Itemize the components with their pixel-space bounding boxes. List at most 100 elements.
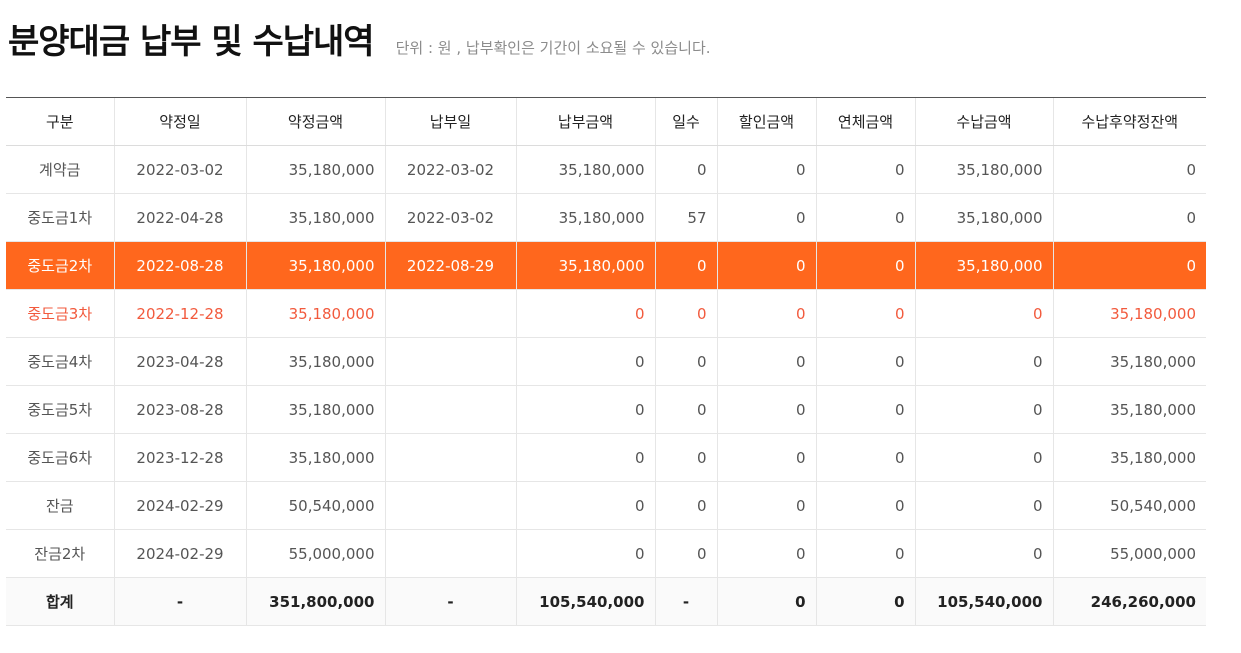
cell-category: 계약금 [6, 145, 114, 194]
cell-agreed-amount: 35,180,000 [245, 145, 385, 194]
cell-due-date: 2024-02-29 [113, 529, 246, 578]
page-subtitle: 단위 : 원 , 납부확인은 기간이 소요될 수 있습니다. [395, 39, 711, 57]
cell-remaining: 0 [1052, 193, 1206, 242]
column-header-late-fee: 연체금액 [815, 97, 915, 146]
cell-late-fee: 0 [815, 481, 915, 530]
cell-payment-amount: 35,180,000 [515, 193, 655, 242]
cell-category: 중도금4차 [6, 337, 114, 386]
cell-payment-amount: 35,180,000 [515, 145, 655, 194]
cell-late-fee: 0 [815, 337, 915, 386]
cell-late-fee: 0 [815, 193, 915, 242]
table-row: 잔금2차 2024-02-29 55,000,000 0 0 0 0 0 55,… [6, 529, 1206, 578]
cell-discount: 0 [716, 241, 816, 290]
total-payment-date: - [384, 577, 516, 626]
cell-category: 잔금 [6, 481, 114, 530]
cell-category: 중도금2차 [6, 241, 114, 290]
table-total-row: 합계 - 351,800,000 - 105,540,000 - 0 0 105… [6, 577, 1206, 626]
cell-received: 35,180,000 [914, 241, 1053, 290]
cell-received: 0 [914, 337, 1053, 386]
cell-payment-date [384, 289, 516, 338]
table-row: 중도금4차 2023-04-28 35,180,000 0 0 0 0 0 35… [6, 337, 1206, 386]
cell-late-fee: 0 [815, 433, 915, 482]
cell-category: 중도금3차 [6, 289, 114, 338]
payment-history-table: 구분 약정일 약정금액 납부일 납부금액 일수 할인금액 연체금액 수납금액 수… [6, 97, 1206, 626]
cell-due-date: 2024-02-29 [113, 481, 246, 530]
cell-remaining: 0 [1052, 241, 1206, 290]
table-row-highlighted: 중도금2차 2022-08-28 35,180,000 2022-08-29 3… [6, 241, 1206, 290]
cell-late-fee: 0 [815, 529, 915, 578]
cell-discount: 0 [716, 433, 816, 482]
cell-agreed-amount: 35,180,000 [245, 193, 385, 242]
cell-late-fee: 0 [815, 145, 915, 194]
cell-days: 0 [654, 289, 717, 338]
cell-days: 0 [654, 529, 717, 578]
total-label: 합계 [6, 577, 114, 626]
cell-agreed-amount: 35,180,000 [245, 337, 385, 386]
column-header-payment-amount: 납부금액 [515, 97, 655, 146]
total-due-date: - [113, 577, 246, 626]
cell-remaining: 35,180,000 [1052, 433, 1206, 482]
cell-due-date: 2022-12-28 [113, 289, 246, 338]
cell-days: 0 [654, 433, 717, 482]
cell-category: 잔금2차 [6, 529, 114, 578]
cell-discount: 0 [716, 337, 816, 386]
cell-late-fee: 0 [815, 289, 915, 338]
table-header-row: 구분 약정일 약정금액 납부일 납부금액 일수 할인금액 연체금액 수납금액 수… [6, 97, 1206, 146]
cell-remaining: 0 [1052, 145, 1206, 194]
total-days: - [654, 577, 717, 626]
column-header-received: 수납금액 [914, 97, 1053, 146]
cell-payment-date [384, 337, 516, 386]
cell-category: 중도금5차 [6, 385, 114, 434]
cell-payment-amount: 0 [515, 481, 655, 530]
cell-payment-amount: 0 [515, 385, 655, 434]
column-header-days: 일수 [654, 97, 717, 146]
total-discount: 0 [716, 577, 816, 626]
cell-received: 0 [914, 529, 1053, 578]
cell-days: 0 [654, 481, 717, 530]
cell-discount: 0 [716, 145, 816, 194]
cell-discount: 0 [716, 289, 816, 338]
cell-payment-amount: 0 [515, 433, 655, 482]
cell-received: 0 [914, 481, 1053, 530]
cell-days: 0 [654, 145, 717, 194]
cell-payment-date: 2022-08-29 [384, 241, 516, 290]
total-late-fee: 0 [815, 577, 915, 626]
cell-remaining: 50,540,000 [1052, 481, 1206, 530]
cell-days: 0 [654, 385, 717, 434]
cell-agreed-amount: 50,540,000 [245, 481, 385, 530]
column-header-remaining: 수납후약정잔액 [1052, 97, 1206, 146]
total-payment-amount: 105,540,000 [515, 577, 655, 626]
cell-payment-date [384, 385, 516, 434]
cell-category: 중도금1차 [6, 193, 114, 242]
table-row: 중도금1차 2022-04-28 35,180,000 2022-03-02 3… [6, 193, 1206, 242]
page-title: 분양대금 납부 및 수납내역 [8, 22, 375, 62]
cell-payment-date: 2022-03-02 [384, 145, 516, 194]
cell-payment-amount: 35,180,000 [515, 241, 655, 290]
cell-agreed-amount: 35,180,000 [245, 433, 385, 482]
cell-late-fee: 0 [815, 241, 915, 290]
cell-days: 0 [654, 241, 717, 290]
cell-payment-date [384, 529, 516, 578]
cell-payment-date: 2022-03-02 [384, 193, 516, 242]
cell-remaining: 35,180,000 [1052, 289, 1206, 338]
cell-category: 중도금6차 [6, 433, 114, 482]
cell-remaining: 35,180,000 [1052, 337, 1206, 386]
column-header-agreed-amount: 약정금액 [245, 97, 385, 146]
column-header-payment-date: 납부일 [384, 97, 516, 146]
cell-agreed-amount: 35,180,000 [245, 385, 385, 434]
table-row: 중도금6차 2023-12-28 35,180,000 0 0 0 0 0 35… [6, 433, 1206, 482]
cell-days: 0 [654, 337, 717, 386]
cell-received: 0 [914, 433, 1053, 482]
column-header-due-date: 약정일 [113, 97, 246, 146]
cell-due-date: 2022-08-28 [113, 241, 246, 290]
cell-discount: 0 [716, 529, 816, 578]
cell-due-date: 2023-04-28 [113, 337, 246, 386]
cell-agreed-amount: 55,000,000 [245, 529, 385, 578]
table-row-upcoming: 중도금3차 2022-12-28 35,180,000 0 0 0 0 0 35… [6, 289, 1206, 338]
cell-received: 35,180,000 [914, 145, 1053, 194]
table-row: 잔금 2024-02-29 50,540,000 0 0 0 0 0 50,54… [6, 481, 1206, 530]
total-agreed-amount: 351,800,000 [245, 577, 385, 626]
table-row: 계약금 2022-03-02 35,180,000 2022-03-02 35,… [6, 145, 1206, 194]
page-header: 분양대금 납부 및 수납내역 단위 : 원 , 납부확인은 기간이 소요될 수 … [8, 14, 711, 64]
cell-due-date: 2022-03-02 [113, 145, 246, 194]
